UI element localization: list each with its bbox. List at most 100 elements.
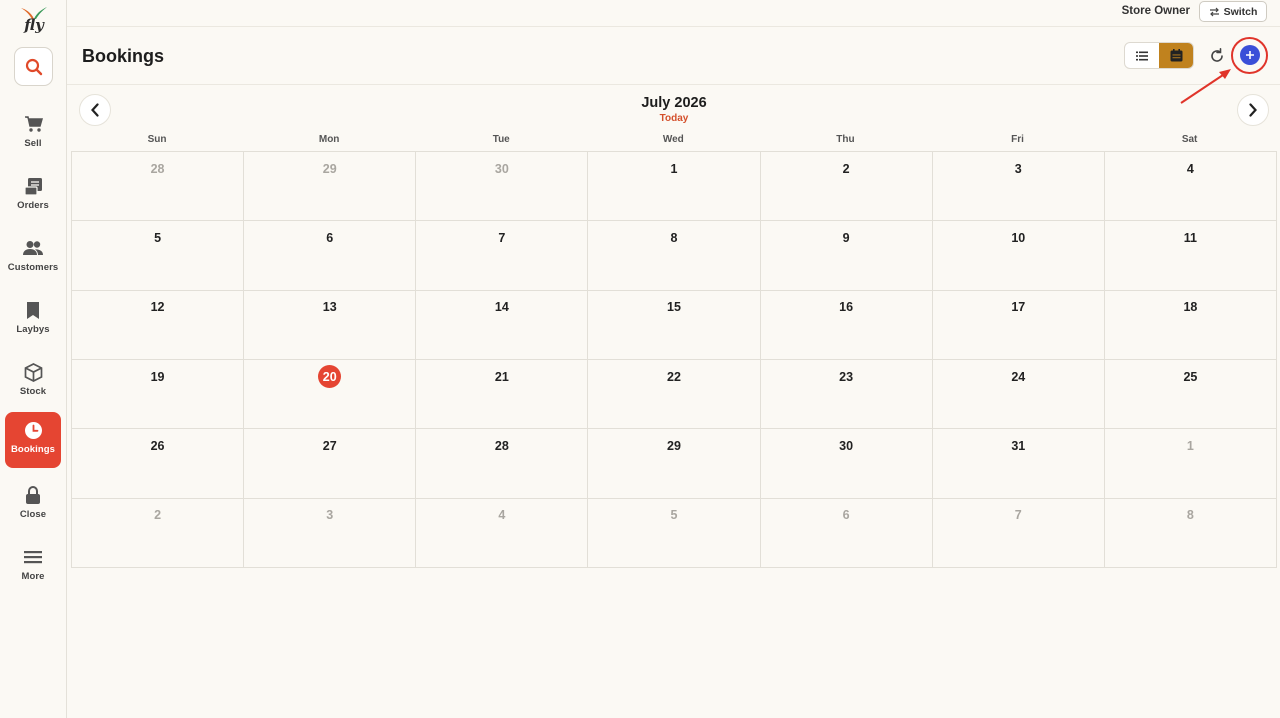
calendar-day-cell[interactable]: 29 [244, 152, 417, 222]
add-booking-button[interactable] [1240, 45, 1260, 65]
calendar-day-cell[interactable]: 8 [1104, 498, 1277, 568]
calendar-view-button[interactable] [1159, 43, 1193, 68]
calendar-day-cell[interactable]: 13 [244, 290, 417, 360]
calendar-day-cell[interactable]: 5 [72, 221, 245, 291]
day-number: 21 [494, 369, 509, 384]
list-view-button[interactable] [1125, 43, 1159, 68]
annotation-arrow [1180, 69, 1231, 104]
calendar-day-cell[interactable]: 2 [760, 152, 933, 222]
sidebar-item-label: Stock [19, 386, 47, 397]
cart-icon [23, 114, 43, 134]
calendar-day-cell[interactable]: 25 [1104, 360, 1277, 430]
calendar-day-cell[interactable]: 26 [72, 429, 245, 499]
calendar-day-cell[interactable]: 9 [760, 221, 933, 291]
calendar-day-cell[interactable]: 10 [932, 221, 1105, 291]
day-number: 1 [1186, 438, 1194, 453]
day-number: 6 [842, 508, 850, 523]
app-logo[interactable]: fly [19, 6, 49, 38]
day-number: 25 [1183, 369, 1198, 384]
day-number: 10 [1011, 230, 1026, 245]
day-number: 30 [494, 161, 509, 176]
calendar-day-cell[interactable]: 7 [416, 221, 589, 291]
sidebar-item-label: Bookings [10, 444, 56, 455]
sidebar-item-more[interactable]: More [5, 539, 61, 595]
calendar-day-cell[interactable]: 28 [72, 152, 245, 222]
calendar-day-cell[interactable]: 6 [244, 221, 417, 291]
day-number: 31 [1011, 438, 1026, 453]
calendar-day-cell[interactable]: 12 [72, 290, 245, 360]
month-title: July 2026 [641, 95, 707, 111]
calendar-day-cell[interactable]: 5 [588, 498, 761, 568]
calendar-day-cell[interactable]: 28 [416, 429, 589, 499]
calendar-day-cell[interactable]: 3 [932, 152, 1105, 222]
day-number: 18 [1183, 300, 1198, 315]
day-number: 2 [154, 508, 162, 523]
calendar-day-cell[interactable]: 6 [760, 498, 933, 568]
calendar-day-cell[interactable]: 16 [760, 290, 933, 360]
calendar-day-cell[interactable]: 24 [932, 360, 1105, 430]
calendar-day-cell[interactable]: 20 [244, 360, 417, 430]
calendar-day-cell[interactable]: 23 [760, 360, 933, 430]
bookmark-icon [23, 300, 43, 320]
sidebar-item-sell[interactable]: Sell [5, 106, 61, 162]
calendar-day-cell[interactable]: 7 [932, 498, 1105, 568]
day-number: 28 [494, 438, 509, 453]
calendar-day-cell[interactable]: 22 [588, 360, 761, 430]
day-number: 2 [842, 161, 850, 176]
sidebar-item-label: Sell [24, 138, 42, 149]
sidebar-item-close[interactable]: Close [5, 477, 61, 533]
calendar-day-cell[interactable]: 1 [588, 152, 761, 222]
refresh-icon[interactable] [1208, 47, 1226, 65]
calendar-day-cell[interactable]: 17 [932, 290, 1105, 360]
sidebar-item-bookings[interactable]: Bookings [5, 412, 61, 468]
calendar-day-cell[interactable]: 19 [72, 360, 245, 430]
calendar-day-cell[interactable]: 8 [588, 221, 761, 291]
day-number: 5 [154, 230, 162, 245]
search-button[interactable] [14, 47, 53, 86]
day-number: 15 [667, 300, 681, 315]
calendar-day-cell[interactable]: 2 [72, 498, 245, 568]
day-number: 20 [318, 365, 342, 388]
lock-icon [23, 485, 43, 505]
day-number: 7 [498, 230, 506, 245]
sidebar-item-customers[interactable]: Customers [5, 230, 61, 286]
calendar-day-cell[interactable]: 30 [416, 152, 589, 222]
calendar-day-cell[interactable]: 27 [244, 429, 417, 499]
switch-label: Switch [1223, 5, 1258, 18]
today-link[interactable]: Today [574, 113, 774, 124]
calendar-day-cell[interactable]: 1 [1104, 429, 1277, 499]
switch-arrows-icon [1209, 7, 1219, 16]
sidebar-item-laybys[interactable]: Laybys [5, 292, 61, 348]
calendar-day-cell[interactable]: 29 [588, 429, 761, 499]
orders-icon [23, 176, 43, 196]
sidebar-item-label: Orders [17, 200, 49, 211]
day-number: 26 [150, 438, 165, 453]
day-number: 28 [150, 161, 165, 176]
calendar-day-cell[interactable]: 4 [1104, 152, 1277, 222]
calendar-day-cell[interactable]: 4 [416, 498, 589, 568]
calendar-day-cell[interactable]: 3 [244, 498, 417, 568]
switch-button[interactable]: Switch [1199, 1, 1267, 22]
calendar-day-cell[interactable]: 14 [416, 290, 589, 360]
view-toggle [1124, 42, 1194, 69]
calendar-day-cell[interactable]: 21 [416, 360, 589, 430]
calendar-day-cell[interactable]: 18 [1104, 290, 1277, 360]
box-icon [23, 362, 43, 382]
sidebar-item-orders[interactable]: Orders [5, 168, 61, 224]
day-number: 4 [1186, 161, 1194, 176]
day-number: 11 [1183, 230, 1198, 245]
plus-icon [1246, 51, 1254, 59]
previous-month-button[interactable] [79, 94, 111, 126]
calendar-day-cell[interactable]: 31 [932, 429, 1105, 499]
day-number: 3 [1014, 161, 1022, 176]
next-month-button[interactable] [1237, 94, 1269, 126]
calendar-day-cell[interactable]: 15 [588, 290, 761, 360]
calendar-day-cell[interactable]: 11 [1104, 221, 1277, 291]
day-number: 23 [839, 369, 854, 384]
page-title: Bookings [82, 46, 165, 66]
store-owner-label: Store Owner [1121, 5, 1190, 17]
search-icon [25, 58, 42, 75]
calendar-day-cell[interactable]: 30 [760, 429, 933, 499]
day-number: 17 [1011, 300, 1026, 315]
sidebar-item-stock[interactable]: Stock [5, 354, 61, 410]
